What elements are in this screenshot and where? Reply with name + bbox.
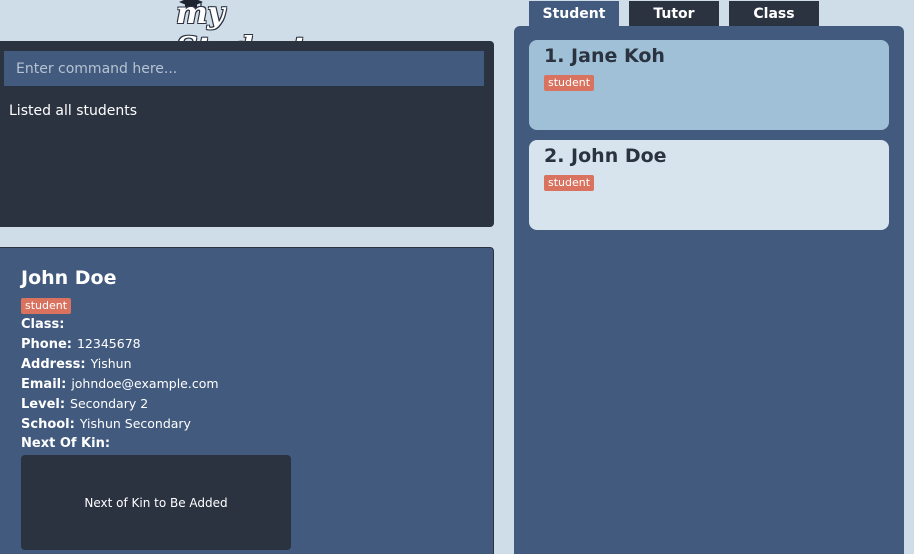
app-window: my Student Listed all students John Doe …: [0, 0, 914, 554]
tab-student[interactable]: Student: [529, 1, 619, 27]
tab-tutor-label: Tutor: [653, 6, 695, 22]
phone-value: 12345678: [76, 336, 141, 351]
command-panel: Listed all students: [0, 41, 494, 227]
student-card-tag: student: [544, 175, 595, 191]
level-label: Level:: [21, 397, 66, 412]
student-list-panel: 1. Jane Koh student 2. John Doe student: [514, 26, 904, 554]
school-field: School: Yishun Secondary: [21, 416, 191, 432]
tab-class[interactable]: Class: [729, 1, 819, 27]
student-card-title: 2. John Doe: [544, 145, 667, 167]
app-logo: my Student: [174, 0, 324, 66]
detail-name: John Doe: [21, 267, 117, 289]
school-value: Yishun Secondary: [79, 416, 191, 431]
phone-field: Phone: 12345678: [21, 336, 141, 352]
address-field: Address: Yishun: [21, 356, 132, 372]
class-label: Class:: [21, 317, 65, 332]
command-input[interactable]: [4, 51, 484, 86]
student-card-tag: student: [544, 75, 595, 91]
student-card[interactable]: 1. Jane Koh student: [529, 40, 889, 130]
phone-label: Phone:: [21, 337, 72, 352]
address-value: Yishun: [90, 356, 132, 371]
student-detail-panel: John Doe student Class: Phone: 12345678 A…: [0, 247, 494, 554]
tab-class-label: Class: [753, 6, 795, 22]
tab-student-label: Student: [542, 6, 606, 22]
tab-tutor[interactable]: Tutor: [629, 1, 719, 27]
email-field: Email: johndoe@example.com: [21, 376, 219, 392]
school-label: School:: [21, 417, 75, 432]
next-of-kin-placeholder: Next of Kin to Be Added: [84, 495, 228, 510]
class-field: Class:: [21, 316, 69, 332]
level-field: Level: Secondary 2: [21, 396, 148, 412]
next-of-kin-box: Next of Kin to Be Added: [21, 455, 291, 550]
email-label: Email:: [21, 377, 67, 392]
student-card-title: 1. Jane Koh: [544, 45, 665, 67]
detail-tag: student: [21, 298, 72, 314]
next-of-kin-label: Next Of Kin:: [21, 436, 111, 451]
email-value: johndoe@example.com: [71, 376, 219, 391]
address-label: Address:: [21, 357, 86, 372]
result-display: Listed all students: [9, 103, 138, 119]
level-value: Secondary 2: [70, 396, 149, 411]
next-of-kin-field: Next Of Kin:: [21, 436, 110, 451]
student-card[interactable]: 2. John Doe student: [529, 140, 889, 230]
